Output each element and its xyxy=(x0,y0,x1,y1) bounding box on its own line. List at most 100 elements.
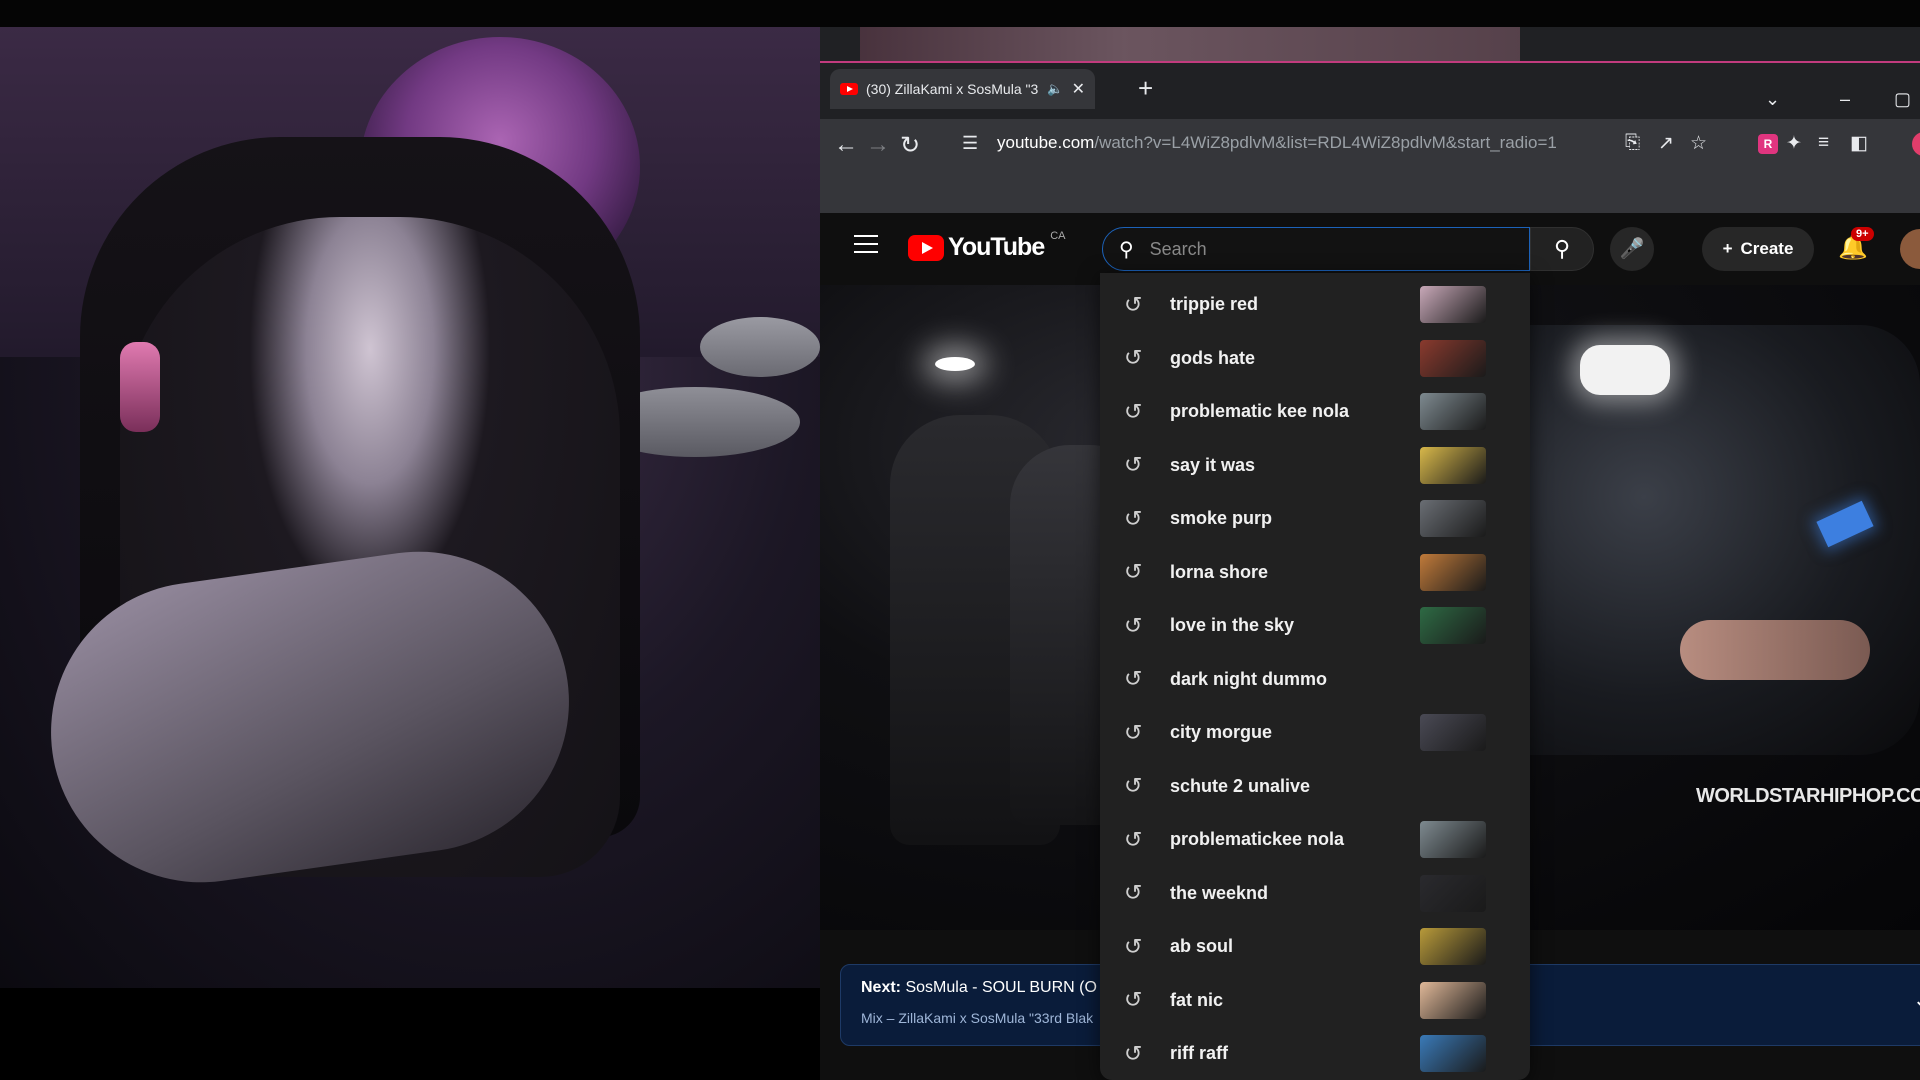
search-suggestion-text: dark night dummo xyxy=(1170,668,1327,689)
suggestion-thumbnail xyxy=(1420,928,1486,965)
country-code: CA xyxy=(1050,229,1066,242)
back-arrow-icon[interactable]: ← xyxy=(834,131,858,159)
search-suggestion-item[interactable]: ↺ problematic kee nola xyxy=(1100,385,1530,438)
bookmark-bar xyxy=(820,173,1920,213)
tab-strip: (30) ZillaKami x SosMula "3: 🔈 ✕ + ⌄ – ▢ xyxy=(820,27,1920,119)
tab-strip-background xyxy=(860,27,1520,61)
puzzle-icon[interactable]: ✦ xyxy=(1786,132,1802,155)
search-suggestion-item[interactable]: ↺ ab soul xyxy=(1100,920,1530,973)
minimize-icon[interactable]: – xyxy=(1840,89,1850,110)
media-queue-icon[interactable]: ≡ xyxy=(1818,132,1829,154)
search-suggestion-item[interactable]: ↺ schute 2 unalive xyxy=(1100,760,1530,813)
search-suggestion-item[interactable]: ↺ smoke purp xyxy=(1100,492,1530,545)
close-icon[interactable]: ✕ xyxy=(1072,79,1085,99)
history-icon: ↺ xyxy=(1124,452,1143,477)
menu-icon[interactable] xyxy=(854,235,878,255)
search-suggestion-text: say it was xyxy=(1170,454,1256,475)
search-suggestion-item[interactable]: ↺ city morgue xyxy=(1100,706,1530,759)
suggestion-thumbnail xyxy=(1420,714,1486,751)
webcam-bottom-bar xyxy=(0,988,820,1080)
suggestion-thumbnail xyxy=(1420,1035,1486,1072)
up-next-title: Next: SosMula - SOUL BURN (O xyxy=(861,979,1097,997)
search-suggestion-text: lorna shore xyxy=(1170,561,1269,582)
youtube-logo-text: YouTube xyxy=(948,233,1045,261)
suggestion-thumbnail xyxy=(1420,874,1486,912)
forward-arrow-icon[interactable]: → xyxy=(866,131,890,159)
search-suggestion-item[interactable]: ↺ the weeknd xyxy=(1100,867,1530,920)
suggestion-thumbnail xyxy=(1420,553,1486,591)
search-suggestion-text: love in the sky xyxy=(1170,615,1295,635)
share-icon[interactable]: ↗ xyxy=(1658,132,1674,155)
search-suggestion-text: trippie red xyxy=(1170,294,1259,314)
suggestion-thumbnail xyxy=(1420,339,1486,377)
search-button[interactable]: ⚲ xyxy=(1530,227,1594,271)
search-suggestion-item[interactable]: ↺ problematickee nola xyxy=(1100,813,1530,866)
tab-strip-accent-line xyxy=(820,61,1920,63)
history-icon: ↺ xyxy=(1124,666,1143,691)
search-suggestion-text: the weeknd xyxy=(1170,882,1269,903)
extension-icon[interactable]: R xyxy=(1758,134,1778,154)
microphone-icon[interactable]: 🎤 xyxy=(1610,227,1654,271)
bookmark-star-icon[interactable]: ☆ xyxy=(1690,132,1707,155)
video-ceiling-light xyxy=(935,357,975,371)
site-settings-icon[interactable]: ☰ xyxy=(962,133,978,154)
reload-icon[interactable]: ↻ xyxy=(900,131,920,160)
search-suggestion-text: fat nic xyxy=(1170,989,1224,1010)
speaker-icon[interactable]: 🔈 xyxy=(1047,81,1063,97)
plus-icon: + xyxy=(1722,239,1733,258)
suggestion-thumbnail xyxy=(1420,981,1486,1019)
search-suggestion-item[interactable]: ↺ dark night dummo xyxy=(1100,653,1530,706)
history-icon: ↺ xyxy=(1124,1040,1143,1066)
search-suggestion-item[interactable]: ↺ riff raff xyxy=(1100,1027,1530,1080)
up-next-prefix: Next: xyxy=(861,979,902,996)
video-hand xyxy=(1680,620,1870,680)
history-icon: ↺ xyxy=(1124,933,1143,959)
history-icon: ↺ xyxy=(1124,505,1143,531)
tab-search-chevron-icon[interactable]: ⌄ xyxy=(1765,89,1780,110)
browser-profile-avatar[interactable] xyxy=(1912,132,1920,156)
tab-youtube[interactable]: (30) ZillaKami x SosMula "3: 🔈 ✕ xyxy=(830,69,1095,109)
search-suggestions-dropdown: ↺ trippie red ↺ gods hate ↺ problematic kee n… xyxy=(1100,273,1530,1080)
history-icon: ↺ xyxy=(1124,826,1143,852)
create-button[interactable]: + Create xyxy=(1702,227,1814,271)
history-icon: ↺ xyxy=(1124,345,1143,370)
webcam-feed xyxy=(0,27,820,988)
search-suggestion-item[interactable]: ↺ lorna shore xyxy=(1100,546,1530,599)
youtube-play-logo-icon xyxy=(908,234,944,261)
history-icon: ↺ xyxy=(1124,773,1143,798)
address-bar[interactable]: youtube.com/watch?v=L4WiZ8pdlvM&list=RDL… xyxy=(997,133,1557,153)
video-watermark: WORLDSTARHIPHOP.COM xyxy=(1696,785,1920,807)
search-suggestion-item[interactable]: ↺ say it was xyxy=(1100,439,1530,492)
search-input[interactable] xyxy=(1147,237,1492,261)
search-suggestion-item[interactable]: ↺ love in the sky xyxy=(1100,599,1530,652)
search-suggestion-item[interactable]: ↺ fat nic xyxy=(1100,974,1530,1027)
suggestion-thumbnail xyxy=(1420,393,1486,430)
video-dash-light xyxy=(1580,345,1670,395)
top-letterbox xyxy=(0,0,1920,27)
search-suggestion-item[interactable]: ↺ trippie red xyxy=(1100,278,1530,331)
notification-badge: 9+ xyxy=(1851,227,1874,241)
webcam-microphone xyxy=(120,342,160,432)
maximize-icon[interactable]: ▢ xyxy=(1894,89,1911,110)
webcam-side-table xyxy=(700,317,820,377)
history-icon: ↺ xyxy=(1124,719,1143,745)
search-suggestion-text: problematic kee nola xyxy=(1170,401,1350,421)
search-box[interactable]: ⚲ xyxy=(1102,227,1530,271)
search-icon: ⚲ xyxy=(1119,238,1134,261)
side-panel-icon[interactable]: ◧ xyxy=(1850,132,1868,155)
plus-icon[interactable]: + xyxy=(1138,73,1153,104)
youtube-logo[interactable]: YouTube CA xyxy=(908,229,1066,262)
create-label: Create xyxy=(1740,239,1794,258)
history-icon: ↺ xyxy=(1124,559,1143,584)
search-suggestion-text: city morgue xyxy=(1170,722,1273,742)
avatar[interactable] xyxy=(1900,229,1920,269)
history-icon: ↺ xyxy=(1124,987,1143,1012)
browser-toolbar: ← → ↻ ☰ youtube.com/watch?v=L4WiZ8pdlvM&… xyxy=(820,119,1920,173)
history-icon: ↺ xyxy=(1124,398,1143,424)
up-next-video-title: SosMula - SOUL BURN (O xyxy=(905,979,1097,996)
suggestion-thumbnail xyxy=(1420,500,1486,537)
url-path: /watch?v=L4WiZ8pdlvM&list=RDL4WiZ8pdlvM&… xyxy=(1094,133,1557,152)
search-suggestion-item[interactable]: ↺ gods hate xyxy=(1100,332,1530,385)
install-app-icon[interactable]: ⎘ xyxy=(1625,132,1640,154)
chevron-down-icon[interactable]: ⌄ xyxy=(1913,987,1920,1013)
